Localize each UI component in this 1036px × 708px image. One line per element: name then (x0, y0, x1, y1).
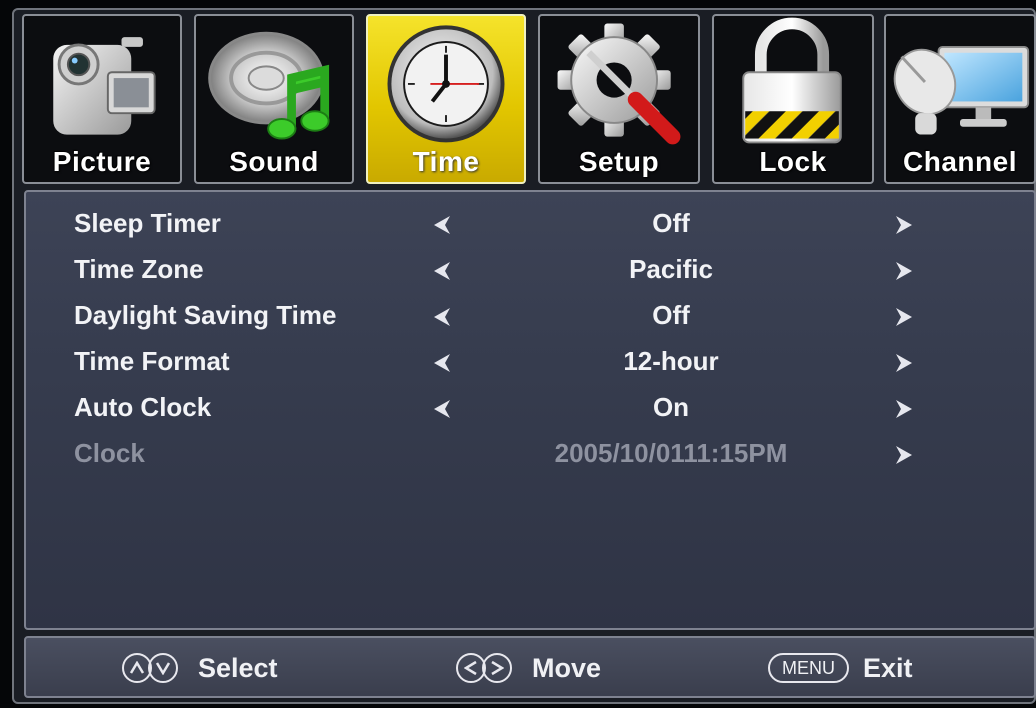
menu-row-sleep-timer[interactable]: Sleep Timer Off (26, 202, 1034, 246)
select-hint: Select (122, 652, 278, 684)
setting-value: Off (652, 300, 690, 330)
speaker-music-note-icon (208, 31, 330, 140)
arrow-right-icon[interactable] (894, 444, 914, 466)
tab-lock[interactable]: Lock (712, 14, 874, 184)
menu-row-daylight-saving-time[interactable]: Daylight Saving Time Off (26, 294, 1034, 338)
tab-picture[interactable]: Picture (22, 14, 182, 184)
arrow-right-icon[interactable] (894, 398, 914, 420)
tab-sound[interactable]: Sound (194, 14, 354, 184)
tab-channel[interactable]: Channel (884, 14, 1036, 184)
exit-label: Exit (863, 652, 913, 683)
select-label: Select (198, 652, 278, 683)
menu-row-time-zone[interactable]: Time Zone Pacific (26, 248, 1034, 292)
setting-label: Clock (74, 438, 145, 468)
clock-icon (387, 25, 505, 143)
arrow-right-icon[interactable] (894, 214, 914, 236)
padlock-icon (742, 17, 842, 144)
tab-label: Setup (578, 146, 660, 177)
right-key-icon (482, 653, 512, 683)
arrow-right-icon[interactable] (894, 306, 914, 328)
move-label: Move (532, 652, 602, 683)
move-hint: Move (456, 652, 601, 684)
setting-value: On (652, 392, 690, 422)
arrow-left-icon[interactable] (432, 398, 452, 420)
tab-label: Time (412, 146, 480, 177)
menu-row-auto-clock[interactable]: Auto Clock On (26, 386, 1034, 430)
tab-label: Sound (229, 146, 319, 177)
setting-value: Off (652, 208, 690, 238)
footer-hint-bar: Select Move MENU Exit (24, 636, 1036, 698)
tab-setup[interactable]: Setup (538, 14, 700, 184)
down-key-icon (148, 653, 178, 683)
tab-time[interactable]: Time (366, 14, 526, 184)
tv-screen: Picture Sound Time Setup Lock Channel Sl… (0, 0, 1036, 708)
exit-hint: MENU Exit (768, 652, 913, 684)
setting-label: Daylight Saving Time (74, 300, 337, 330)
gear-screwdriver-icon (557, 23, 681, 145)
tab-bar: Picture Sound Time Setup Lock Channel (22, 14, 1036, 186)
arrow-left-icon[interactable] (432, 352, 452, 374)
tab-label: Picture (52, 146, 152, 177)
tab-label: Lock (759, 146, 827, 177)
menu-key-icon: MENU (768, 653, 849, 683)
menu-row-time-format[interactable]: Time Format 12-hour (26, 340, 1034, 384)
satellite-monitor-icon (893, 45, 1030, 135)
setting-label: Auto Clock (74, 392, 212, 422)
arrow-right-icon[interactable] (894, 260, 914, 282)
setting-value: 12-hour (623, 346, 719, 376)
arrow-left-icon[interactable] (432, 306, 452, 328)
setting-label: Sleep Timer (74, 208, 221, 238)
arrow-right-icon[interactable] (894, 352, 914, 374)
camcorder-icon (53, 37, 156, 135)
tab-label: Channel (903, 146, 1017, 177)
setting-value: Pacific (629, 254, 713, 284)
arrow-left-icon[interactable] (432, 260, 452, 282)
setting-value: 2005/10/0111:15PM (554, 438, 788, 468)
setting-label: Time Format (74, 346, 230, 376)
time-settings-panel: Sleep Timer Off Time Zone Pacific Daylig… (24, 190, 1036, 630)
menu-row-clock[interactable]: Clock 2005/10/0111:15PM (26, 432, 1034, 476)
setting-label: Time Zone (74, 254, 204, 284)
arrow-left-icon[interactable] (432, 214, 452, 236)
